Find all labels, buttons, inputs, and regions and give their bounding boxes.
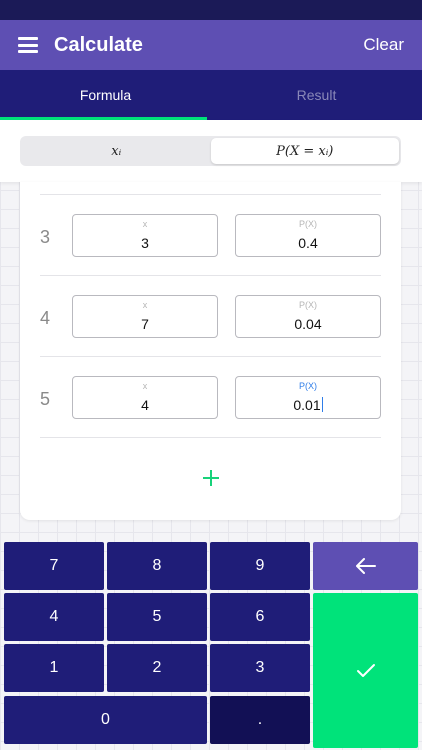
table-row: 3 x 3 P(X) 0.4 [20,195,401,276]
x-field-value: 3 [141,235,149,251]
row-number: 5 [40,389,51,409]
x-field-label: x [142,300,148,310]
row-number: 3 [40,227,51,247]
segment-bar: xᵢ P(X = xᵢ) [0,120,422,182]
key-3[interactable]: 3 [210,644,310,692]
x-value-field[interactable]: x 7 [72,295,218,338]
x-field-value: 4 [141,397,149,413]
enter-button[interactable] [313,593,418,748]
p-field-label: P(X) [299,300,317,310]
probability-field-focused[interactable]: P(X) 0.01 [235,376,381,419]
probability-field[interactable]: P(X) 0.04 [235,295,381,338]
arrow-left-icon [355,558,376,574]
table-row: 4 x 7 P(X) 0.04 [20,276,401,357]
app-title: Calculate [54,33,143,56]
x-field-value: 7 [141,316,149,332]
add-row-plus-icon[interactable] [200,467,222,489]
menu-icon[interactable] [18,37,38,53]
key-6[interactable]: 6 [210,593,310,641]
tab-formula[interactable]: Formula [0,70,211,120]
table-row: 5 x 4 P(X) 0.01 [20,357,401,438]
input-card: 3 x 3 P(X) 0.4 4 x 7 P(X) 0.04 5 x 4 P(X… [20,182,401,520]
x-value-field[interactable]: x 4 [72,376,218,419]
key-1[interactable]: 1 [4,644,104,692]
clear-button[interactable]: Clear [363,35,404,55]
backspace-button[interactable] [313,542,418,590]
segmented-control: xᵢ P(X = xᵢ) [20,136,401,166]
p-field-label: P(X) [299,219,317,229]
row-number: 4 [40,308,51,328]
status-bar [0,0,422,20]
x-field-label: x [142,219,148,229]
key-0[interactable]: 0 [4,696,207,744]
p-field-label: P(X) [299,381,317,391]
tab-bar: Formula Result [0,70,422,120]
key-9[interactable]: 9 [210,542,310,590]
x-field-label: x [142,381,148,391]
x-value-field[interactable]: x 3 [72,214,218,257]
segment-xi[interactable]: xᵢ [22,138,211,164]
probability-field[interactable]: P(X) 0.4 [235,214,381,257]
p-field-value: 0.01 [293,397,321,413]
key-decimal[interactable]: . [210,696,310,744]
row-divider [40,437,381,438]
segment-probability[interactable]: P(X = xᵢ) [210,138,399,164]
tab-result[interactable]: Result [211,70,422,120]
check-icon [356,663,375,677]
p-field-value-wrap: 0.01 [236,397,380,413]
key-5[interactable]: 5 [107,593,207,641]
key-2[interactable]: 2 [107,644,207,692]
key-7[interactable]: 7 [4,542,104,590]
app-bar: Calculate Clear [0,20,422,70]
text-caret [321,397,323,412]
key-4[interactable]: 4 [4,593,104,641]
p-field-value: 0.4 [298,235,318,251]
key-8[interactable]: 8 [107,542,207,590]
numeric-keypad: 7 8 9 4 5 6 1 2 3 0 . [0,538,422,750]
p-field-value: 0.04 [294,316,322,332]
